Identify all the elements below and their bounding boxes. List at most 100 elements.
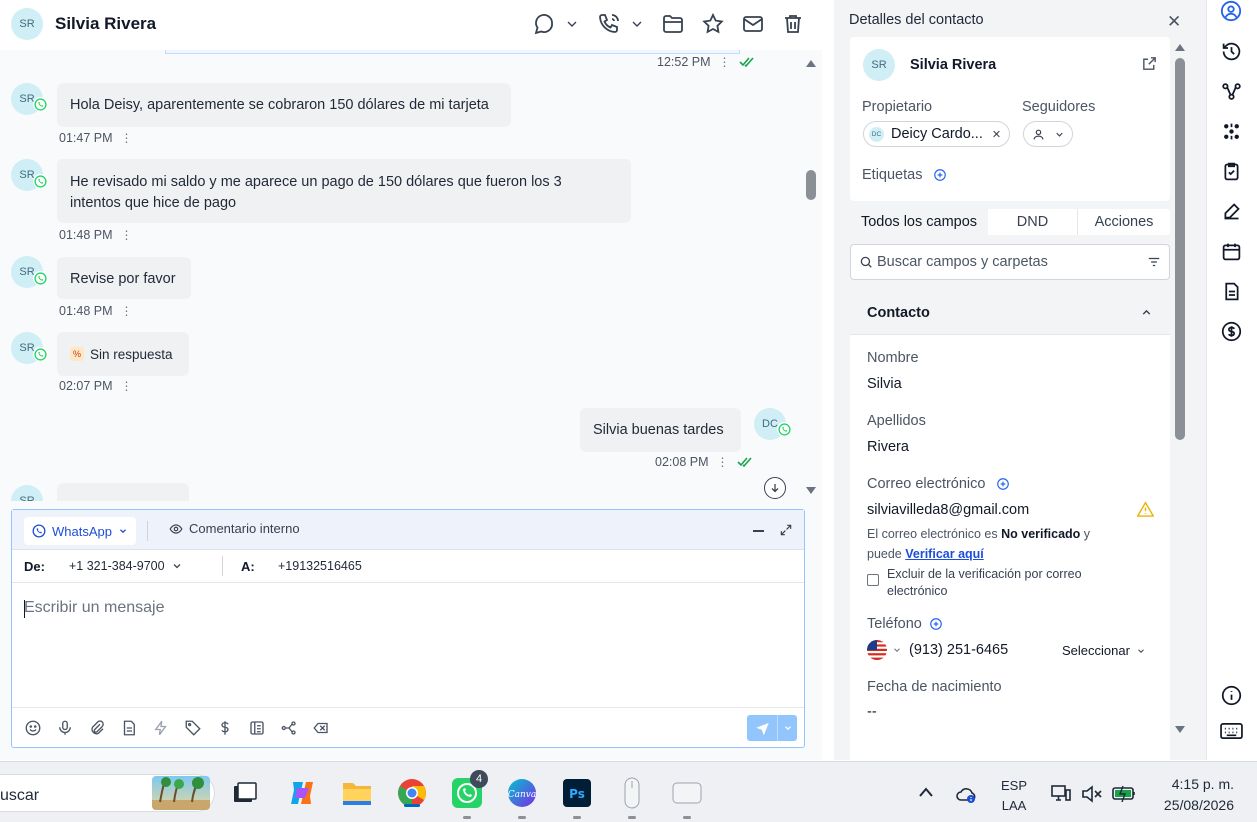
file-explorer-app[interactable] [340, 776, 374, 810]
message-options-icon[interactable]: ⋮ [121, 131, 133, 145]
canva-app[interactable]: Canva [505, 776, 539, 810]
contact-fields-section: Contacto Nombre Silvia Apellidos Rivera … [850, 290, 1170, 760]
owner-chip[interactable]: DC Deicy Cardo... ✕ [863, 121, 1010, 147]
microphone-icon[interactable] [56, 719, 74, 737]
scroll-to-bottom-button[interactable] [764, 477, 786, 499]
template-icon[interactable] [248, 719, 266, 737]
country-select[interactable] [867, 640, 902, 660]
clear-icon[interactable] [312, 719, 330, 737]
message-meta: 02:07 PM ⋮ [59, 379, 133, 393]
language-line: LAA [1001, 798, 1027, 813]
message-options-icon[interactable]: ⋮ [121, 304, 133, 318]
onedrive-icon[interactable] [955, 784, 979, 804]
message-options-icon[interactable]: ⋮ [717, 455, 729, 469]
last-name-value[interactable]: Rivera [867, 439, 909, 455]
message-bubble [57, 483, 189, 501]
app-window[interactable] [670, 776, 704, 810]
add-tag-icon[interactable] [933, 168, 947, 182]
document-icon[interactable] [120, 719, 138, 737]
message-input[interactable]: Escribir un mensaje [24, 599, 165, 617]
send-button[interactable] [747, 715, 797, 741]
email-button[interactable] [741, 12, 765, 36]
verify-email-link[interactable]: Verificar aquí [905, 547, 984, 561]
history-icon[interactable] [1221, 41, 1242, 62]
expand-icon[interactable] [779, 523, 793, 537]
note-text: puede [867, 547, 902, 561]
star-button[interactable] [701, 12, 725, 36]
mouse-app[interactable] [615, 776, 649, 810]
battery-charging-icon[interactable] [1111, 784, 1137, 802]
add-phone-icon[interactable] [929, 617, 943, 631]
chrome-app[interactable] [395, 776, 429, 810]
chat-scrollbar-thumb[interactable] [806, 170, 816, 200]
notes-icon[interactable] [1221, 201, 1242, 222]
emoji-icon[interactable] [24, 719, 42, 737]
lightning-icon[interactable] [152, 719, 170, 737]
phone-type-label: Seleccionar [1062, 643, 1130, 658]
chevron-up-icon[interactable] [1140, 306, 1153, 319]
opportunities-icon[interactable] [1221, 121, 1242, 142]
documents-icon[interactable] [1221, 281, 1242, 302]
paperclip-icon[interactable] [88, 719, 106, 737]
contact-profile-icon[interactable] [1220, 0, 1242, 22]
scroll-down-arrow[interactable] [805, 486, 817, 496]
folder-button[interactable] [661, 12, 685, 36]
keyboard-icon[interactable] [1220, 722, 1243, 741]
message-options-icon[interactable]: ⋮ [719, 55, 731, 69]
scroll-up-arrow[interactable] [1174, 42, 1186, 52]
photoshop-app[interactable]: Ps [560, 776, 594, 810]
channel-select[interactable]: WhatsApp [24, 517, 136, 545]
tag-icon[interactable] [184, 719, 202, 737]
whatsapp-icon [32, 524, 46, 538]
info-icon[interactable] [1221, 685, 1242, 706]
tab-dnd[interactable]: DND [988, 209, 1078, 235]
scroll-down-arrow[interactable] [1174, 725, 1186, 735]
remove-owner-icon[interactable]: ✕ [992, 128, 1001, 141]
tab-actions[interactable]: Acciones [1078, 209, 1170, 235]
message-options-icon[interactable]: ⋮ [121, 379, 133, 393]
workflow-icon[interactable] [280, 719, 298, 737]
call-menu-button[interactable] [597, 12, 645, 36]
internal-comment-tab[interactable]: Comentario interno [169, 521, 300, 536]
filter-icon[interactable] [1147, 255, 1161, 269]
volume-muted-icon[interactable] [1081, 785, 1103, 803]
message-options-icon[interactable]: ⋮ [121, 228, 133, 242]
phone-type-select[interactable]: Seleccionar [1062, 643, 1146, 658]
tab-all-fields[interactable]: Todos los campos [850, 209, 988, 235]
tray-overflow-icon[interactable] [918, 786, 934, 798]
from-number: +1 321-384-9700 [69, 559, 165, 573]
language-indicator[interactable]: ESP LAA [1001, 776, 1027, 816]
network-icon[interactable] [1050, 784, 1072, 804]
workflow-icon[interactable] [1221, 81, 1242, 102]
payments-icon[interactable] [1221, 321, 1242, 342]
message-line: intentos que hice de pago [70, 195, 237, 211]
message-line: He revisado mi saldo y me aparece un pag… [70, 174, 562, 190]
close-icon[interactable]: ✕ [1167, 12, 1181, 32]
chat-menu-button[interactable] [532, 12, 580, 36]
windows-taskbar: uscar 4 Canva Ps ESP LAA 4:15 p. m. 25/0… [0, 761, 1257, 822]
minimize-icon[interactable] [753, 530, 764, 532]
email-value[interactable]: silviavilleda8@gmail.com [867, 502, 1029, 518]
birthday-value[interactable]: -- [867, 704, 877, 720]
task-view-button[interactable] [228, 776, 262, 810]
phone-value[interactable]: (913) 251-6465 [909, 642, 1008, 658]
whatsapp-app[interactable]: 4 [450, 770, 488, 810]
from-number-select[interactable]: +1 321-384-9700 [69, 559, 183, 573]
to-label: A: [241, 559, 255, 574]
clock[interactable]: 4:15 p. m. 25/08/2026 [1156, 774, 1234, 816]
add-email-icon[interactable] [996, 477, 1010, 491]
delete-button[interactable] [781, 12, 805, 36]
chevron-down-icon [1055, 132, 1063, 137]
scroll-up-arrow[interactable] [805, 58, 817, 68]
calendar-icon[interactable] [1221, 241, 1242, 262]
panel-scrollbar-thumb[interactable] [1175, 58, 1185, 440]
fields-search-input[interactable]: Buscar campos y carpetas [850, 244, 1170, 280]
exclude-verification-checkbox[interactable] [867, 574, 879, 586]
tasks-icon[interactable] [1221, 161, 1242, 182]
open-contact-icon[interactable] [1141, 55, 1158, 72]
followers-select[interactable] [1023, 121, 1073, 147]
dollar-icon[interactable] [216, 719, 234, 737]
first-name-value[interactable]: Silvia [867, 376, 902, 392]
copilot-app[interactable] [285, 776, 319, 810]
clock-time: 4:15 p. m. [1171, 776, 1234, 792]
